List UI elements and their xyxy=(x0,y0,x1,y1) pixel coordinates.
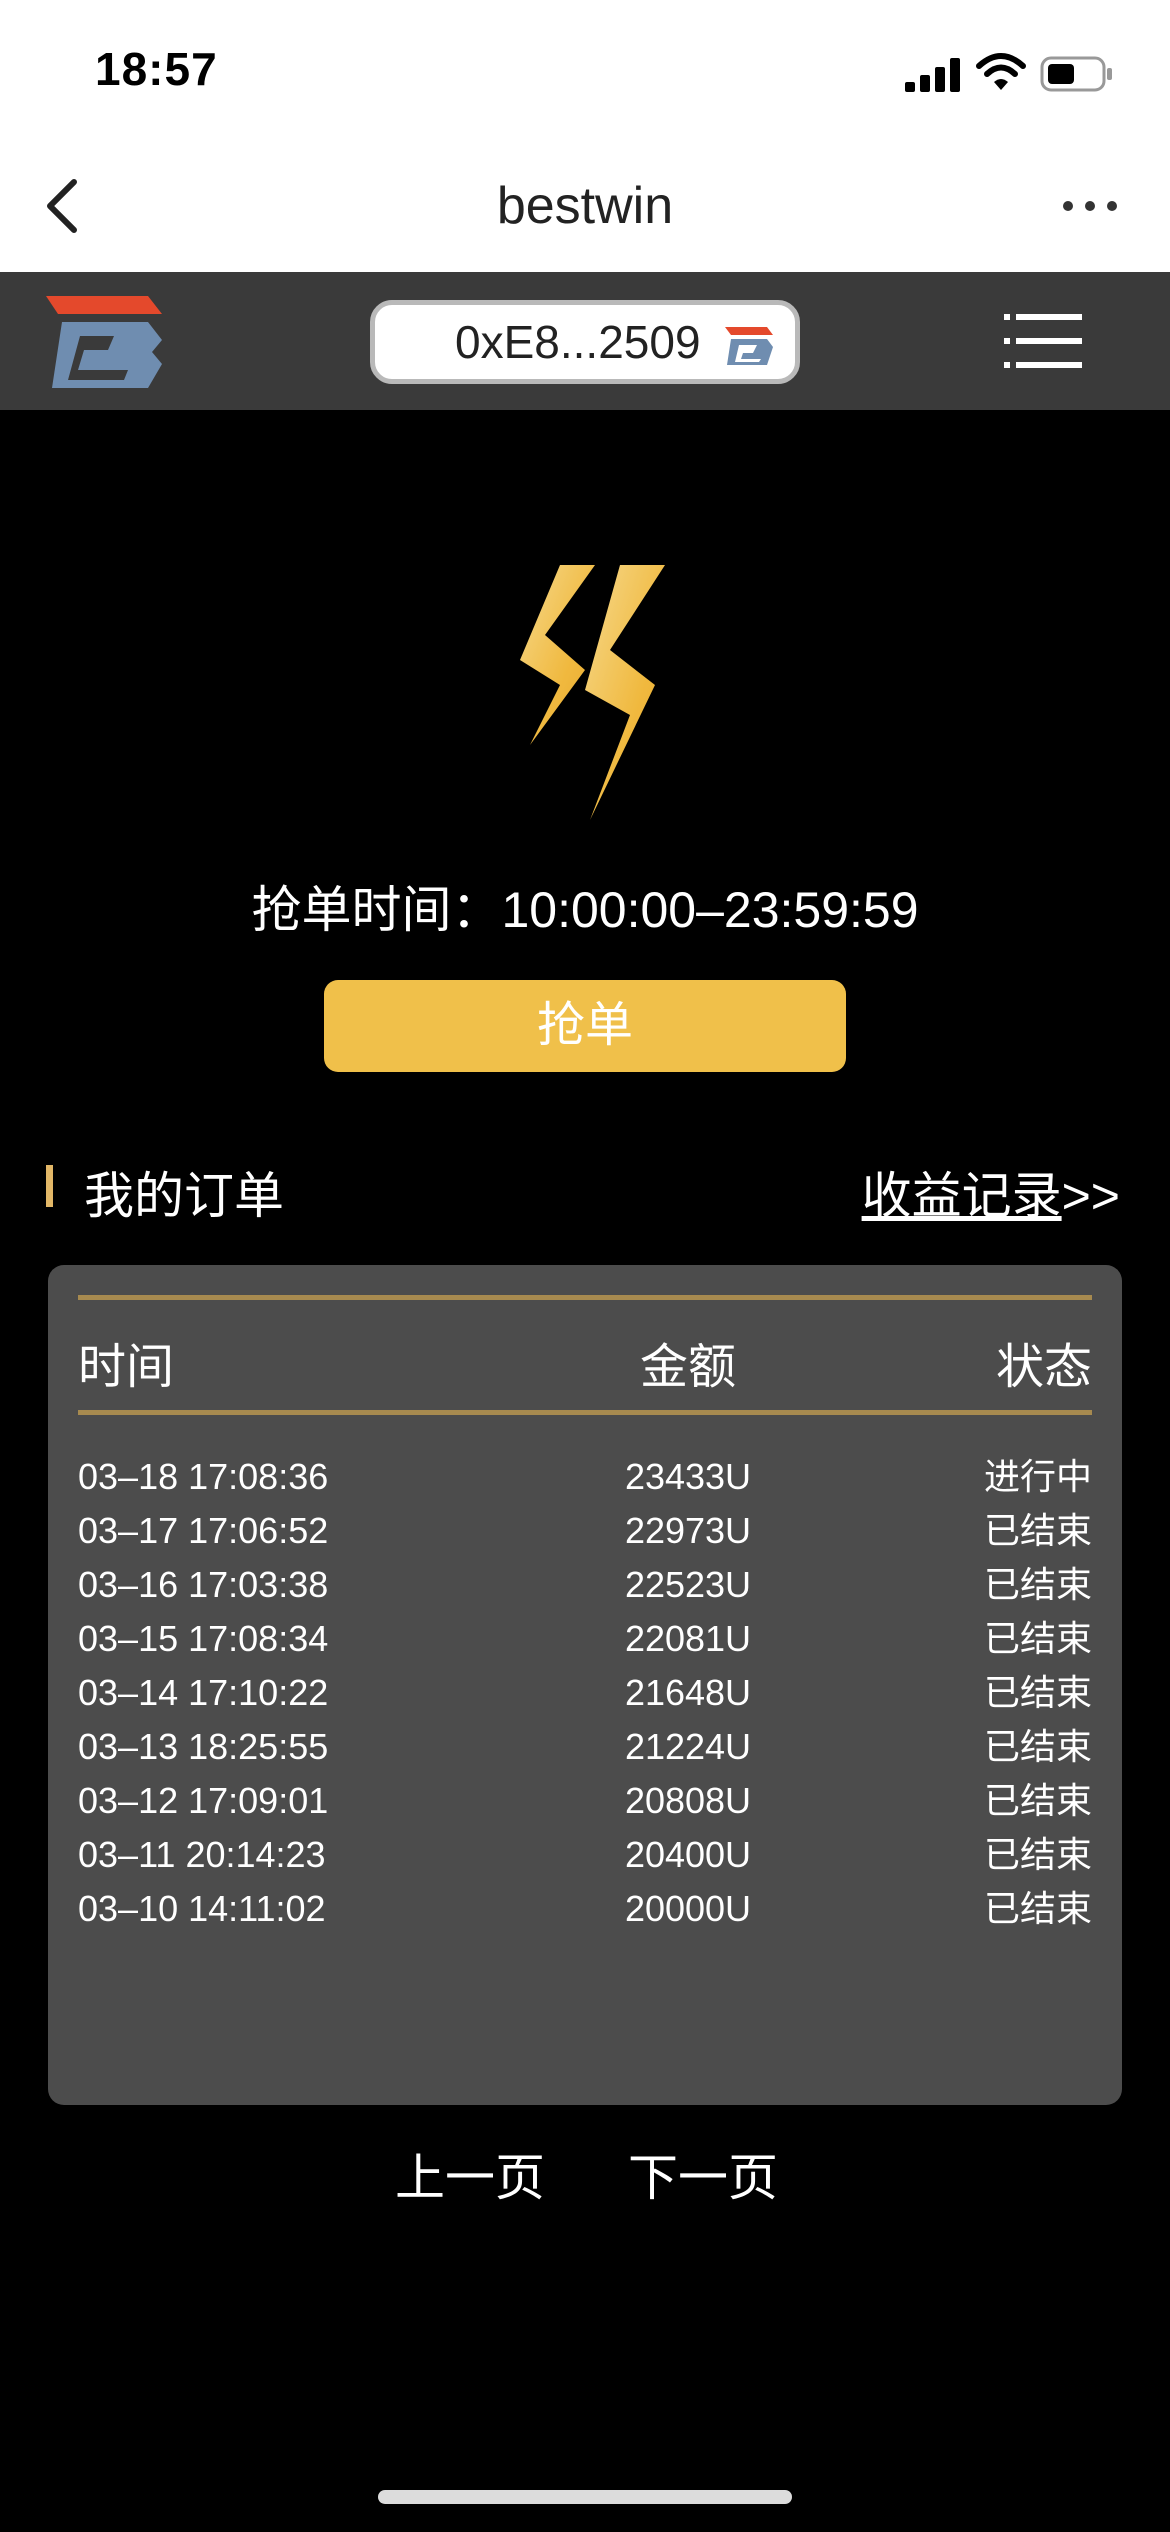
wallet-address: 0xE8...2509 xyxy=(455,316,701,368)
table-row: 03–17 17:06:52 22973U 已结束 xyxy=(48,1504,1122,1558)
row-status: 已结束 xyxy=(983,1564,1092,1605)
column-header-amount: 金额 xyxy=(639,1341,736,1394)
income-records-suffix: >> xyxy=(1061,1168,1120,1224)
table-row: 03–10 14:11:02 20000U 已结束 xyxy=(48,1882,1122,1936)
menu-icon[interactable] xyxy=(1004,310,1082,372)
row-time: 03–11 20:14:23 xyxy=(78,1834,326,1875)
row-time: 03–10 14:11:02 xyxy=(78,1888,326,1929)
status-time: 18:57 xyxy=(95,43,218,95)
row-status: 已结束 xyxy=(983,1672,1092,1713)
row-status: 已结束 xyxy=(983,1834,1092,1875)
income-records-link[interactable]: 收益记录>> xyxy=(862,1156,1120,1228)
income-records-label: 收益记录 xyxy=(861,1168,1062,1224)
section-accent-bar xyxy=(46,1165,53,1207)
nav-bar: bestwin xyxy=(0,140,1170,272)
table-row: 03–12 17:09:01 20808U 已结束 xyxy=(48,1774,1122,1828)
row-amount: 20000U xyxy=(624,1888,752,1929)
table-row: 03–13 18:25:55 21224U 已结束 xyxy=(48,1720,1122,1774)
signal-icon xyxy=(905,58,960,92)
row-amount: 20808U xyxy=(624,1780,752,1821)
battery-icon xyxy=(1040,56,1112,92)
nav-title: bestwin xyxy=(496,177,674,235)
logo[interactable] xyxy=(44,292,164,392)
row-status: 已结束 xyxy=(983,1726,1092,1767)
wifi-icon xyxy=(976,53,1026,90)
row-amount: 22523U xyxy=(624,1564,752,1605)
grab-order-button[interactable]: 抢单 xyxy=(324,980,846,1072)
more-icon[interactable] xyxy=(1060,196,1120,216)
orders-table: 时间 金额 状态 03–18 17:08:36 23433U 进行中 03–17… xyxy=(48,1265,1122,2105)
row-amount: 23433U xyxy=(624,1456,752,1497)
wallet-address-pill[interactable]: 0xE8...2509 xyxy=(370,300,800,384)
row-amount: 22081U xyxy=(624,1618,752,1659)
column-header-status: 状态 xyxy=(995,1341,1092,1394)
table-body: 03–18 17:08:36 23433U 进行中 03–17 17:06:52… xyxy=(48,1450,1122,1936)
row-time: 03–14 17:10:22 xyxy=(78,1672,329,1713)
row-status: 已结束 xyxy=(983,1888,1092,1929)
row-status: 已结束 xyxy=(983,1780,1092,1821)
row-time: 03–12 17:09:01 xyxy=(78,1780,329,1821)
app-header: 0xE8...2509 xyxy=(0,272,1170,410)
table-row: 03–14 17:10:22 21648U 已结束 xyxy=(48,1666,1122,1720)
row-amount: 21224U xyxy=(624,1726,752,1767)
row-time: 03–16 17:03:38 xyxy=(78,1564,329,1605)
next-page-button[interactable]: 下一页 xyxy=(628,2138,778,2210)
table-row: 03–11 20:14:23 20400U 已结束 xyxy=(48,1828,1122,1882)
row-status: 进行中 xyxy=(983,1456,1092,1497)
table-row: 03–18 17:08:36 23433U 进行中 xyxy=(48,1450,1122,1504)
row-time: 03–18 17:08:36 xyxy=(78,1456,329,1497)
row-amount: 21648U xyxy=(624,1672,752,1713)
table-row: 03–16 17:03:38 22523U 已结束 xyxy=(48,1558,1122,1612)
table-rule-bottom xyxy=(78,1410,1092,1415)
row-time: 03–17 17:06:52 xyxy=(78,1510,329,1551)
row-status: 已结束 xyxy=(983,1510,1092,1551)
wallet-logo-icon xyxy=(725,327,773,365)
grab-time-text: 抢单时间：10:00:00–23:59:59 xyxy=(251,882,919,938)
prev-page-button[interactable]: 上一页 xyxy=(395,2138,545,2210)
table-row: 03–15 17:08:34 22081U 已结束 xyxy=(48,1612,1122,1666)
table-rule-top xyxy=(78,1295,1092,1300)
my-orders-title: 我的订单 xyxy=(84,1168,284,1224)
column-header-time: 时间 xyxy=(78,1341,175,1394)
status-bar: 18:57 xyxy=(0,0,1170,140)
row-time: 03–15 17:08:34 xyxy=(78,1618,329,1659)
row-amount: 20400U xyxy=(624,1834,752,1875)
row-amount: 22973U xyxy=(624,1510,752,1551)
home-indicator xyxy=(378,2490,792,2504)
row-time: 03–13 18:25:55 xyxy=(78,1726,329,1767)
row-status: 已结束 xyxy=(983,1618,1092,1659)
lightning-icon xyxy=(520,565,665,820)
